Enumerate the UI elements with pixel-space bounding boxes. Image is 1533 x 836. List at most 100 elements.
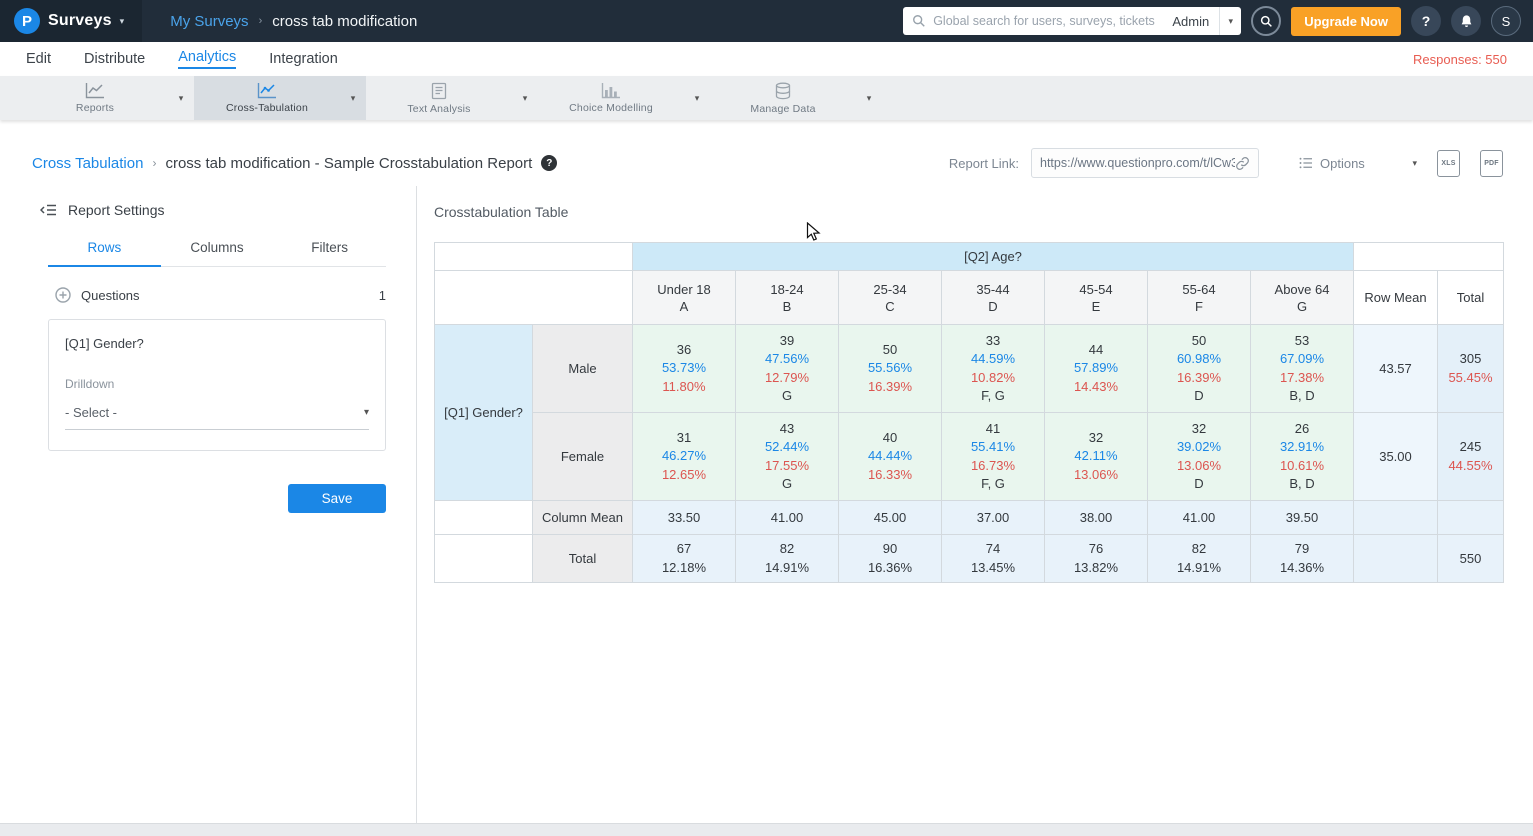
search-placeholder: Global search for users, surveys, ticket… — [933, 14, 1162, 28]
my-surveys-link[interactable]: My Surveys — [170, 13, 248, 30]
column-mean-cell: 45.00 — [839, 501, 942, 535]
questions-count: 1 — [379, 288, 386, 303]
help-button[interactable]: ? — [1411, 6, 1441, 36]
row-total-cell: 24544.55% — [1438, 413, 1504, 501]
tool-label: Reports — [76, 102, 114, 114]
bottom-scrollbar-track[interactable] — [0, 823, 1533, 836]
column-mean-cell: 37.00 — [942, 501, 1045, 535]
column-header: 18-24B — [736, 271, 839, 325]
tool-cross-tabulation[interactable]: Cross-Tabulation ▾ — [194, 76, 366, 120]
breadcrumb-separator: › — [152, 156, 156, 170]
search-button[interactable] — [1251, 6, 1281, 36]
row-group-header: [Q1] Gender? — [435, 325, 533, 501]
tool-manage-data[interactable]: Manage Data ▾ — [710, 76, 882, 120]
pdf-icon: PDF — [1484, 160, 1499, 167]
column-mean-label: Column Mean — [533, 501, 633, 535]
column-header: 35-44D — [942, 271, 1045, 325]
total-row: Total 6712.18% 8214.91% 9016.36% 7413.45… — [435, 535, 1504, 583]
spacer-cell — [435, 535, 533, 583]
row-label: Female — [533, 413, 633, 501]
age-group-header-row: [Q2] Age? — [435, 243, 1504, 271]
tool-text-analysis[interactable]: Text Analysis ▾ — [366, 76, 538, 120]
spacer-cell — [435, 501, 533, 535]
question-card: [Q1] Gender? Drilldown - Select - ▾ — [48, 319, 386, 451]
nav-tab-analytics[interactable]: Analytics — [178, 49, 236, 69]
survey-nav: Edit Distribute Analytics Integration Re… — [0, 42, 1533, 76]
total-header: Total — [1438, 271, 1504, 325]
questionpro-logo: P — [14, 8, 40, 34]
report-link-label: Report Link: — [949, 156, 1019, 171]
total-cell: 7613.82% — [1045, 535, 1148, 583]
empty-cell — [1354, 535, 1438, 583]
settings-tabs: Rows Columns Filters — [48, 240, 386, 267]
questions-label: Questions — [81, 288, 140, 303]
export-pdf-button[interactable]: PDF — [1480, 150, 1503, 177]
notifications-button[interactable] — [1451, 6, 1481, 36]
save-button[interactable]: Save — [288, 484, 386, 513]
database-icon — [774, 82, 792, 100]
search-icon — [912, 14, 926, 28]
report-link-url: https://www.questionpro.com/t/lCw3Zc — [1040, 156, 1235, 170]
tool-caret-icon[interactable]: ▾ — [340, 76, 366, 120]
search-scope-dropdown[interactable]: Admin — [1162, 14, 1219, 29]
tab-columns[interactable]: Columns — [161, 240, 274, 266]
column-header: Under 18A — [633, 271, 736, 325]
export-xls-button[interactable]: XLS — [1437, 150, 1460, 177]
crosstab-cell: 4155.41%16.73%F, G — [942, 413, 1045, 501]
logo-letter: P — [22, 13, 32, 30]
question-title: [Q1] Gender? — [65, 336, 369, 351]
row-mean-cell: 43.57 — [1354, 325, 1438, 413]
crosstab-cell: 5367.09%17.38%B, D — [1251, 325, 1354, 413]
product-switcher[interactable]: P Surveys ▾ — [0, 0, 142, 42]
options-dropdown[interactable]: Options ▾ — [1299, 156, 1417, 171]
column-header: Above 64G — [1251, 271, 1354, 325]
topbar-actions: Global search for users, surveys, ticket… — [903, 6, 1533, 36]
collapse-panel-icon[interactable] — [40, 203, 57, 217]
total-cell: 6712.18% — [633, 535, 736, 583]
document-icon — [431, 82, 447, 100]
topbar: P Surveys ▾ My Surveys › cross tab modif… — [0, 0, 1533, 42]
report-actions: Report Link: https://www.questionpro.com… — [949, 148, 1503, 178]
questions-row[interactable]: Questions 1 — [55, 287, 386, 303]
female-row: Female 3146.27%12.65% 4352.44%17.55%G 40… — [435, 413, 1504, 501]
tool-choice-modelling[interactable]: Choice Modelling ▾ — [538, 76, 710, 120]
total-cell: 9016.36% — [839, 535, 942, 583]
tab-filters[interactable]: Filters — [273, 240, 386, 266]
crosstab-cell: 5055.56%16.39% — [839, 325, 942, 413]
column-mean-cell: 41.00 — [736, 501, 839, 535]
search-scope-caret[interactable]: ▾ — [1219, 7, 1241, 35]
responses-count[interactable]: Responses: 550 — [1413, 52, 1507, 67]
crosstab-chart-icon — [257, 82, 277, 99]
user-avatar[interactable]: S — [1491, 6, 1521, 36]
column-mean-cell: 39.50 — [1251, 501, 1354, 535]
tool-caret-icon[interactable]: ▾ — [684, 76, 710, 120]
crosstab-cell: 5060.98%16.39%D — [1148, 325, 1251, 413]
tool-caret-icon[interactable]: ▾ — [512, 76, 538, 120]
report-link-input[interactable]: https://www.questionpro.com/t/lCw3Zc — [1031, 148, 1259, 178]
nav-tab-distribute[interactable]: Distribute — [84, 51, 145, 67]
report-header: Cross Tabulation › cross tab modificatio… — [0, 120, 1533, 186]
topbar-breadcrumb: My Surveys › cross tab modification — [170, 13, 417, 30]
global-search-input[interactable]: Global search for users, surveys, ticket… — [903, 7, 1241, 35]
column-mean-row: Column Mean 33.50 41.00 45.00 37.00 38.0… — [435, 501, 1504, 535]
tool-reports[interactable]: Reports ▾ — [22, 76, 194, 120]
plus-circle-icon[interactable] — [55, 287, 71, 303]
empty-cell — [1354, 501, 1438, 535]
tab-rows[interactable]: Rows — [48, 240, 161, 267]
settings-header: Report Settings — [40, 202, 416, 218]
grand-total-cell: 550 — [1438, 535, 1504, 583]
nav-tab-integration[interactable]: Integration — [269, 51, 338, 67]
help-icon[interactable]: ? — [541, 155, 557, 171]
nav-tab-edit[interactable]: Edit — [26, 51, 51, 67]
tool-caret-icon[interactable]: ▾ — [168, 76, 194, 120]
upgrade-now-button[interactable]: Upgrade Now — [1291, 7, 1401, 36]
column-header-row: Under 18A 18-24B 25-34C 35-44D 45-54E 55… — [435, 271, 1504, 325]
link-icon[interactable] — [1235, 156, 1250, 171]
cross-tabulation-link[interactable]: Cross Tabulation — [32, 155, 143, 172]
drilldown-select[interactable]: - Select - ▾ — [65, 405, 369, 430]
crosstab-cell: 3344.59%10.82%F, G — [942, 325, 1045, 413]
tool-caret-icon[interactable]: ▾ — [856, 76, 882, 120]
save-row: Save — [0, 484, 386, 513]
bell-icon — [1459, 14, 1474, 29]
current-survey-name: cross tab modification — [272, 13, 417, 30]
